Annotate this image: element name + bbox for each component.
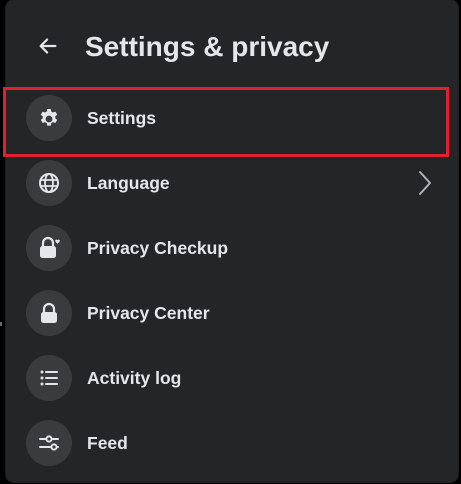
chevron-right-icon (414, 169, 436, 197)
edge-mark (0, 322, 2, 326)
settings-privacy-panel: Settings & privacy Settings Language Pri… (6, 0, 458, 482)
menu-item-label: Settings (87, 108, 157, 128)
page-title: Settings & privacy (85, 31, 330, 62)
menu-item-icon-wrap (26, 225, 72, 271)
menu-item-icon-wrap (26, 95, 72, 141)
menu-item-privacy-center[interactable]: Privacy Center (6, 282, 458, 347)
menu-item-label: Privacy Center (87, 303, 210, 323)
menu-item-icon-wrap (26, 290, 72, 336)
back-button[interactable] (30, 28, 66, 64)
menu-item-feed[interactable]: Feed (6, 412, 458, 477)
globe-icon (39, 173, 59, 193)
menu-item-icon-wrap (26, 420, 72, 466)
arrow-left-icon (39, 38, 57, 54)
menu-item-label: Privacy Checkup (87, 238, 229, 258)
menu-item-label: Feed (87, 433, 128, 453)
menu-item-privacy-checkup[interactable]: Privacy Checkup (6, 217, 458, 282)
panel-header: Settings & privacy (6, 0, 458, 86)
sliders-icon (39, 435, 59, 451)
lock-heart-icon (40, 236, 60, 258)
menu-item-icon-wrap (26, 160, 72, 206)
gear-icon (40, 109, 58, 126)
menu-item-label: Language (87, 173, 170, 193)
menu-item-settings[interactable]: Settings (6, 87, 458, 152)
menu-item-language[interactable]: Language (6, 152, 458, 217)
menu-item-activity-log[interactable]: Activity log (6, 347, 458, 412)
list-icon (40, 370, 58, 386)
menu-item-label: Activity log (87, 368, 182, 388)
menu-item-icon-wrap (26, 355, 72, 401)
lock-icon (41, 302, 57, 323)
settings-menu: Settings Language Privacy Checkup Privac… (6, 87, 458, 477)
